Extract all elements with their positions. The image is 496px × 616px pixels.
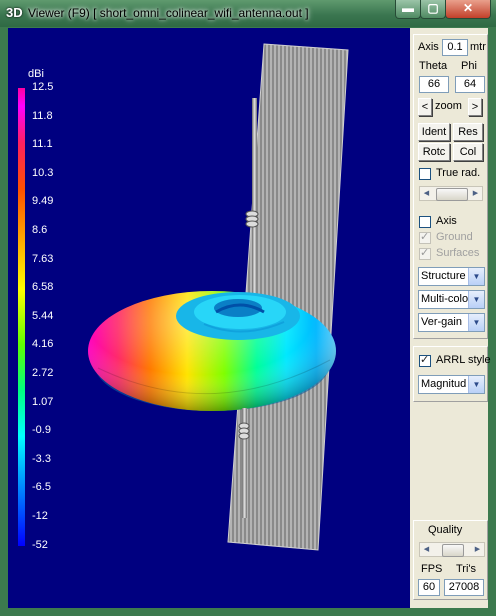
close-button[interactable]: ✕ xyxy=(445,0,491,19)
scroll-right-icon[interactable]: ▶ xyxy=(469,187,482,200)
tris-label: Tri's xyxy=(456,563,477,575)
quality-label: Quality xyxy=(428,524,463,536)
legend-value: 4.16 xyxy=(32,338,54,351)
3d-viewport[interactable]: dBi 12.5 11.8 11.1 10.3 9.49 8.6 7.63 6.58 5.44 4… xyxy=(8,28,410,608)
arrl-style-checkbox[interactable] xyxy=(419,353,431,367)
legend-value: -3.3 xyxy=(32,452,51,465)
surfaces-checkbox[interactable] xyxy=(419,246,431,260)
control-panel: Axis 0.1 mtr Theta Phi 66 64 < zoom > Id… xyxy=(410,28,491,608)
zoom-in-button[interactable]: > xyxy=(468,98,482,116)
view-controls-group: Axis 0.1 mtr Theta Phi 66 64 < zoom > Id… xyxy=(413,34,488,241)
window-frame-left xyxy=(0,27,8,616)
zoom-label: zoom xyxy=(435,100,462,112)
legend-value: 6.58 xyxy=(32,281,54,294)
chevron-down-icon[interactable]: ▼ xyxy=(468,314,484,331)
window-frame-right xyxy=(488,27,496,616)
display-options-group: Ground Surfaces Structure ▼ Multi-colo ▼… xyxy=(413,230,488,339)
legend-value: -52 xyxy=(32,538,48,551)
legend-value: -6.5 xyxy=(32,481,51,494)
legend-colorbar xyxy=(18,88,25,546)
legend-value: 5.44 xyxy=(32,309,54,322)
legend-value: 1.07 xyxy=(32,395,54,408)
legend-value: 11.8 xyxy=(32,109,53,122)
app-icon: 3D xyxy=(6,5,23,20)
axis-size-field[interactable]: 0.1 xyxy=(442,39,468,56)
maximize-icon: ▢ xyxy=(427,1,439,15)
antenna-pattern-render xyxy=(88,43,349,551)
structure-select[interactable]: Structure ▼ xyxy=(418,267,485,286)
axis-checkbox-label: Axis xyxy=(436,215,457,227)
phi-label: Phi xyxy=(461,60,477,72)
legend-value: -12 xyxy=(32,510,48,522)
scroll-left-icon[interactable]: ◀ xyxy=(420,543,433,556)
true-rad-slider[interactable]: ◀ ▶ xyxy=(419,186,483,201)
fps-value: 60 xyxy=(418,579,440,596)
legend-value: 9.49 xyxy=(32,195,54,208)
scroll-left-icon[interactable]: ◀ xyxy=(420,187,433,200)
window-frame-bottom xyxy=(0,608,496,616)
legend-value: 11.1 xyxy=(32,138,53,151)
chevron-down-icon[interactable]: ▼ xyxy=(468,291,484,308)
legend-value: 7.63 xyxy=(32,252,54,265)
structure-select-value: Structure xyxy=(421,270,466,282)
chevron-down-icon[interactable]: ▼ xyxy=(468,268,484,285)
quality-slider[interactable]: ◀ ▶ xyxy=(419,542,485,557)
magnitude-select-value: Magnitud xyxy=(421,378,467,390)
res-button[interactable]: Res xyxy=(453,123,483,141)
gain-mode-select[interactable]: Ver-gain ▼ xyxy=(418,313,485,332)
minimize-button[interactable]: ▬ xyxy=(395,0,421,19)
legend-value: 8.6 xyxy=(32,224,48,236)
scroll-right-icon[interactable]: ▶ xyxy=(471,543,484,556)
chevron-down-icon[interactable]: ▼ xyxy=(468,376,484,393)
fps-label: FPS xyxy=(421,563,443,575)
maximize-button[interactable]: ▢ xyxy=(420,0,446,19)
slider-thumb[interactable] xyxy=(442,544,464,557)
legend-value: -0.9 xyxy=(32,424,51,437)
magnitude-select[interactable]: Magnitud ▼ xyxy=(418,375,485,394)
axis-label: Axis xyxy=(418,41,439,53)
slider-thumb[interactable] xyxy=(436,188,468,201)
color-mode-select[interactable]: Multi-colo ▼ xyxy=(418,290,485,309)
legend-value: 2.72 xyxy=(32,367,54,379)
true-rad-label: True rad. xyxy=(436,167,481,179)
col-button[interactable]: Col xyxy=(453,143,483,161)
legend-value: 12.5 xyxy=(32,81,54,93)
antenna-coil-lower xyxy=(238,422,250,440)
phi-field[interactable]: 64 xyxy=(455,76,485,93)
legend-unit: dBi xyxy=(28,68,44,80)
close-icon: ✕ xyxy=(462,1,474,15)
ground-label: Ground xyxy=(436,231,473,243)
window-title: Viewer (F9) [ short_omni_colinear_wifi_a… xyxy=(28,6,309,20)
ident-button[interactable]: Ident xyxy=(418,123,450,141)
quality-group: Quality ◀ ▶ FPS Tri's 60 27008 xyxy=(413,520,488,600)
antenna-coil-upper xyxy=(245,210,259,228)
title-bar[interactable]: 3D Viewer (F9) [ short_omni_colinear_wif… xyxy=(0,0,496,27)
radiation-pattern-torus xyxy=(88,291,336,411)
zoom-out-button[interactable]: < xyxy=(418,98,432,116)
arrl-style-label: ARRL style xyxy=(436,354,491,366)
gain-mode-select-value: Ver-gain xyxy=(421,316,462,328)
tris-value: 27008 xyxy=(444,579,484,596)
theta-label: Theta xyxy=(419,60,448,72)
axis-unit: mtr xyxy=(470,41,486,53)
color-mode-select-value: Multi-colo xyxy=(421,293,469,305)
surfaces-label: Surfaces xyxy=(436,247,480,259)
minimize-icon: ▬ xyxy=(402,1,414,15)
rotc-button[interactable]: Rotc xyxy=(418,143,450,161)
axis-checkbox[interactable] xyxy=(419,216,431,228)
legend-value: 10.3 xyxy=(32,166,54,179)
style-group: ARRL style Magnitud ▼ xyxy=(413,346,491,402)
theta-field[interactable]: 66 xyxy=(419,76,449,93)
true-rad-checkbox[interactable] xyxy=(419,168,431,180)
ground-checkbox[interactable] xyxy=(419,230,431,244)
